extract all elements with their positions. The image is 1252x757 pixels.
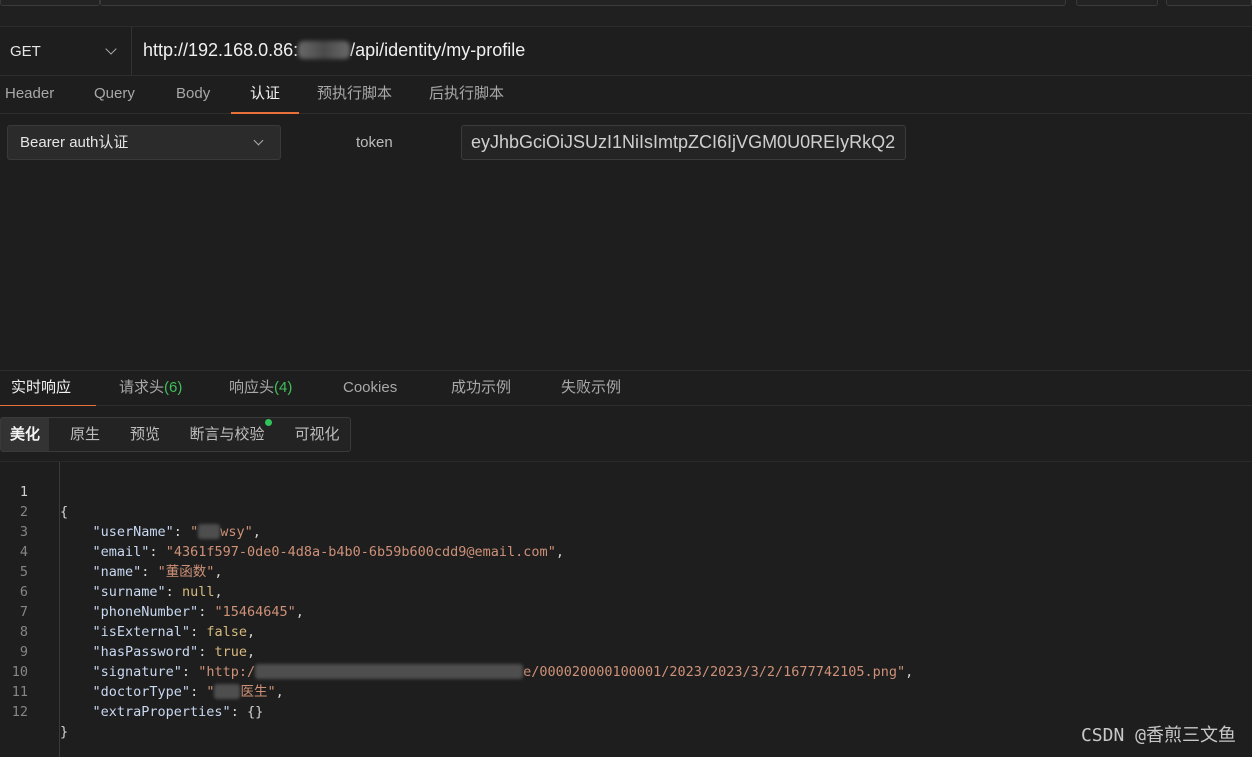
line-number: 12 [11, 704, 28, 720]
toolbar-segment[interactable] [1076, 0, 1158, 6]
tab-label: 实时响应 [11, 379, 72, 396]
tab-header[interactable]: Header [5, 76, 54, 114]
response-body-editor[interactable]: 1 { 2 "userName": " wsy", 3 "email": "436… [0, 462, 1252, 757]
code-line: 1 { [0, 462, 1252, 520]
auth-panel: Bearer auth认证 token eyJhbGciOiJSUzI1NiIs… [0, 114, 1252, 370]
tab-count-badge: (4) [274, 379, 293, 396]
view-mode-row: 美化 原生 预览 断言与校验 可视化 [0, 406, 1252, 462]
tab-label: 响应头 [229, 379, 275, 396]
code-line: 12 } [0, 682, 1252, 740]
api-client-window: GET http://192.168.0.86: /api/identity/my… [0, 0, 1252, 757]
code-line: 6 "phoneNumber": "15464645", [0, 562, 1252, 620]
code-line: 5 "surname": null, [0, 542, 1252, 600]
toolbar-segment[interactable] [100, 0, 1066, 6]
code-line: 3 "email": "4361f597-0de0-4d8a-b4b0-6b59… [0, 502, 1252, 560]
response-tabs: 实时响应 请求头(6) 响应头(4) Cookies 成功示例 失败示例 [0, 370, 1252, 407]
code-line: 8 "hasPassword": true, [0, 602, 1252, 660]
tab-label: 失败示例 [561, 379, 622, 396]
tab-live-response[interactable]: 实时响应 [0, 371, 97, 407]
url-suffix: /api/identity/my-profile [350, 40, 526, 60]
auth-type-label: Bearer auth认证 [20, 134, 129, 151]
tab-body[interactable]: Body [176, 76, 210, 114]
top-toolbar-strip [0, 0, 1252, 27]
method-select[interactable]: GET [0, 27, 132, 75]
code-line: 11 "extraProperties": {} [0, 662, 1252, 720]
code-text: "extraProperties": {} [92, 704, 264, 720]
code-line: 4 "name": "董函数", [0, 522, 1252, 580]
toolbar-segment[interactable] [1166, 0, 1252, 6]
redacted-port [298, 41, 351, 59]
code-line: 10 "doctorType": " 医生", [0, 642, 1252, 700]
request-tabs: Header Query Body 认证 预执行脚本 后执行脚本 [0, 76, 1252, 114]
chevron-down-icon [253, 135, 264, 146]
tab-label: 请求头 [119, 379, 165, 396]
view-assert-button[interactable]: 断言与校验 [181, 418, 273, 451]
tab-cookies[interactable]: Cookies [343, 371, 397, 406]
tab-response-headers[interactable]: 响应头(4) [229, 371, 292, 406]
code-text: } [60, 724, 69, 740]
view-pretty-button[interactable]: 美化 [1, 418, 49, 451]
code-line: 2 "userName": " wsy", [0, 482, 1252, 540]
status-dot-icon [265, 419, 272, 426]
code-line: 7 "isExternal": false, [0, 582, 1252, 640]
code-line: 9 "signature": "http:/e/000020000100001/… [0, 622, 1252, 680]
view-preview-button[interactable]: 预览 [117, 418, 173, 451]
view-raw-button[interactable]: 原生 [57, 418, 113, 451]
tab-request-headers[interactable]: 请求头(6) [119, 371, 182, 406]
tab-label: Cookies [343, 379, 398, 396]
url-bar: GET http://192.168.0.86: /api/identity/my… [0, 27, 1252, 76]
view-visualize-button[interactable]: 可视化 [285, 418, 349, 451]
token-label: token [356, 134, 393, 151]
view-mode-group: 美化 原生 预览 断言与校验 可视化 [0, 417, 351, 452]
tab-pre-script[interactable]: 预执行脚本 [317, 76, 392, 114]
url-prefix: http://192.168.0.86: [143, 40, 299, 60]
tab-count-badge: (6) [164, 379, 183, 396]
tab-label: 成功示例 [451, 379, 512, 396]
token-input[interactable]: eyJhbGciOiJSUzI1NiIsImtpZCI6IjVGM0U0REIy… [461, 125, 906, 160]
tab-failure-example[interactable]: 失败示例 [561, 371, 621, 406]
tab-auth[interactable]: 认证 [230, 76, 300, 114]
tab-post-script[interactable]: 后执行脚本 [429, 76, 504, 114]
auth-type-select[interactable]: Bearer auth认证 [7, 125, 281, 160]
chevron-down-icon [105, 43, 117, 55]
toolbar-segment[interactable] [0, 0, 100, 6]
tab-success-example[interactable]: 成功示例 [451, 371, 511, 406]
url-input[interactable]: http://192.168.0.86: /api/identity/my-pro… [143, 40, 525, 61]
watermark: CSDN @香煎三文鱼 [1080, 725, 1236, 746]
tab-query[interactable]: Query [94, 76, 135, 114]
method-label: GET [10, 42, 41, 60]
